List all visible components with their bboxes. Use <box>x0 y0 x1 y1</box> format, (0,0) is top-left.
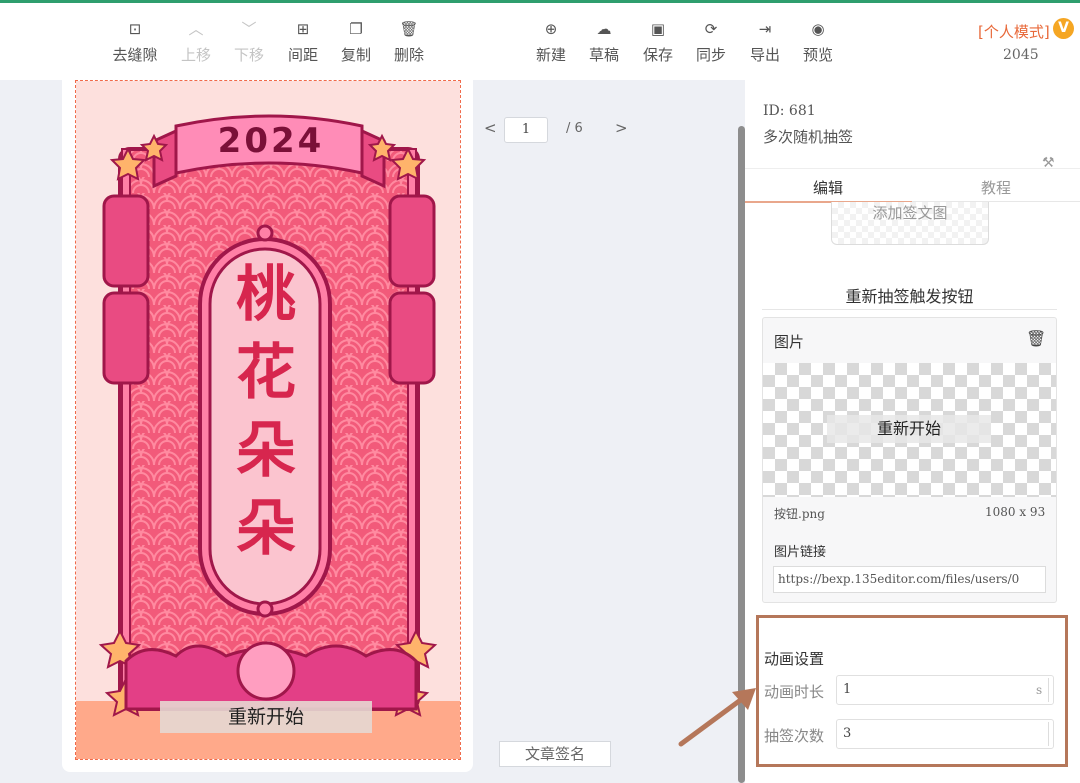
poster-preview[interactable]: 2024 桃花朵朵 <box>75 80 461 760</box>
spacing-icon: ⊞ <box>296 20 310 38</box>
chevron-up-icon: ︿ <box>188 20 204 38</box>
personal-mode-label[interactable]: [个人模式] <box>978 21 1050 42</box>
chevron-down-icon: ﹀ <box>241 20 257 38</box>
file-name: 按钮.png <box>774 507 825 521</box>
duration-value: 1 <box>843 682 852 697</box>
image-link-input[interactable]: https://bexp.135editor.com/files/users/0 <box>773 566 1046 593</box>
page-total: / 6 <box>566 121 583 136</box>
poster-title-char: 桃 <box>236 260 296 330</box>
component-name: 多次随机抽签 <box>763 128 854 146</box>
mode-count: 2045 <box>1003 47 1039 63</box>
toolbar-button-label: 草稿 <box>588 46 619 64</box>
eye-icon: ◉ <box>811 20 825 38</box>
poster-title-char: 朵 <box>236 494 296 564</box>
image-preview-text: 重新开始 <box>827 415 991 443</box>
toolbar-button-1[interactable]: ︿ 上移 <box>169 18 223 65</box>
poster-restart-button[interactable]: 重新开始 <box>160 701 372 733</box>
toolbar-button-7[interactable]: ☁ 草稿 <box>577 18 631 65</box>
count-label: 抽签次数 <box>764 727 825 745</box>
animation-title: 动画设置 <box>764 650 825 668</box>
image-card-title: 图片 <box>774 333 805 351</box>
export-icon: ⇥ <box>758 20 772 38</box>
add-image-button[interactable]: 添加签文图 <box>831 202 989 245</box>
duration-input[interactable]: 1 s <box>836 675 1054 705</box>
toolbar-button-0[interactable]: ⊡ 去缝隙 <box>108 18 162 65</box>
poster-title: 桃花朵朵 <box>216 256 316 568</box>
annotation-arrow-icon <box>678 688 756 747</box>
component-id: ID: 681 <box>763 103 816 119</box>
file-size: 1080 x 93 <box>985 505 1046 519</box>
poster-title-char: 花 <box>236 338 296 408</box>
count-stepper[interactable] <box>1048 722 1053 746</box>
toolbar-button-label: 预览 <box>802 46 833 64</box>
panel-tabs: 编辑 教程 <box>745 168 1080 203</box>
toolbar-button-label: 间距 <box>287 46 318 64</box>
page-number-input[interactable]: 1 <box>504 117 548 143</box>
toolbar-button-label: 保存 <box>642 46 673 64</box>
toolbar-button-label: 导出 <box>749 46 780 64</box>
toolbar-button-6[interactable]: ⊕ 新建 <box>524 18 578 65</box>
image-card: 图片 🗑 重新开始 按钮.png 1080 x 93 图片链接 https://… <box>762 317 1057 603</box>
toolbar-button-label: 去缝隙 <box>112 46 158 64</box>
toolbar: ⊡ 去缝隙 ︿ 上移 ﹀ 下移 ⊞ 间距 ❐ 复制 🗑 删除 ⊕ 新建 ☁ 草稿 ▣ 保存 ⟳ 同步 ⇥ 导出 ◉ 预览 [个… <box>0 3 1080 80</box>
image-preview[interactable]: 重新开始 <box>763 363 1056 497</box>
toolbar-button-label: 新建 <box>535 46 566 64</box>
tab-edit[interactable]: 编辑 <box>813 177 843 198</box>
poster-title-char: 朵 <box>236 416 296 486</box>
duration-unit: s <box>1036 683 1043 697</box>
duration-stepper[interactable] <box>1048 678 1053 702</box>
toolbar-button-label: 同步 <box>695 46 726 64</box>
copy-icon: ❐ <box>349 20 363 38</box>
toolbar-button-3[interactable]: ⊞ 间距 <box>276 18 330 65</box>
count-input[interactable]: 3 <box>836 719 1054 749</box>
toolbar-button-11[interactable]: ◉ 预览 <box>791 18 845 65</box>
prev-page-icon[interactable]: < <box>484 119 497 137</box>
tab-tutorial[interactable]: 教程 <box>981 177 1011 198</box>
sync-icon: ⟳ <box>704 20 718 38</box>
save-icon: ▣ <box>650 20 666 38</box>
toolbar-button-5[interactable]: 🗑 删除 <box>382 18 436 65</box>
link-label: 图片链接 <box>774 545 827 560</box>
duration-label: 动画时长 <box>764 683 825 701</box>
new-doc-icon: ⊕ <box>544 20 558 38</box>
next-page-icon[interactable]: > <box>615 119 628 137</box>
toolbar-button-2[interactable]: ﹀ 下移 <box>222 18 276 65</box>
page-pager: < 1 / 6 > <box>484 117 644 143</box>
article-sign-button[interactable]: 文章签名 <box>499 741 611 767</box>
grid-icon: ⊡ <box>128 20 142 38</box>
toolbar-button-label: 上移 <box>180 46 211 64</box>
toolbar-button-10[interactable]: ⇥ 导出 <box>738 18 792 65</box>
toolbar-button-9[interactable]: ⟳ 同步 <box>684 18 738 65</box>
toolbar-button-label: 删除 <box>393 46 424 64</box>
toolbar-button-4[interactable]: ❐ 复制 <box>329 18 383 65</box>
toolbar-button-label: 复制 <box>340 46 371 64</box>
trash-icon[interactable]: 🗑 <box>1026 329 1046 348</box>
vip-badge-icon[interactable]: V <box>1053 18 1074 39</box>
toolbar-button-8[interactable]: ▣ 保存 <box>631 18 685 65</box>
cloud-icon: ☁ <box>596 20 612 38</box>
section-title: 重新抽签触发按钮 <box>762 283 1057 310</box>
animation-settings: 动画设置 动画时长 1 s 抽签次数 3 <box>756 615 1068 767</box>
count-value: 3 <box>843 726 852 741</box>
toolbar-button-label: 下移 <box>233 46 264 64</box>
trash-icon: 🗑 <box>399 20 419 38</box>
poster-year: 2024 <box>217 121 325 161</box>
